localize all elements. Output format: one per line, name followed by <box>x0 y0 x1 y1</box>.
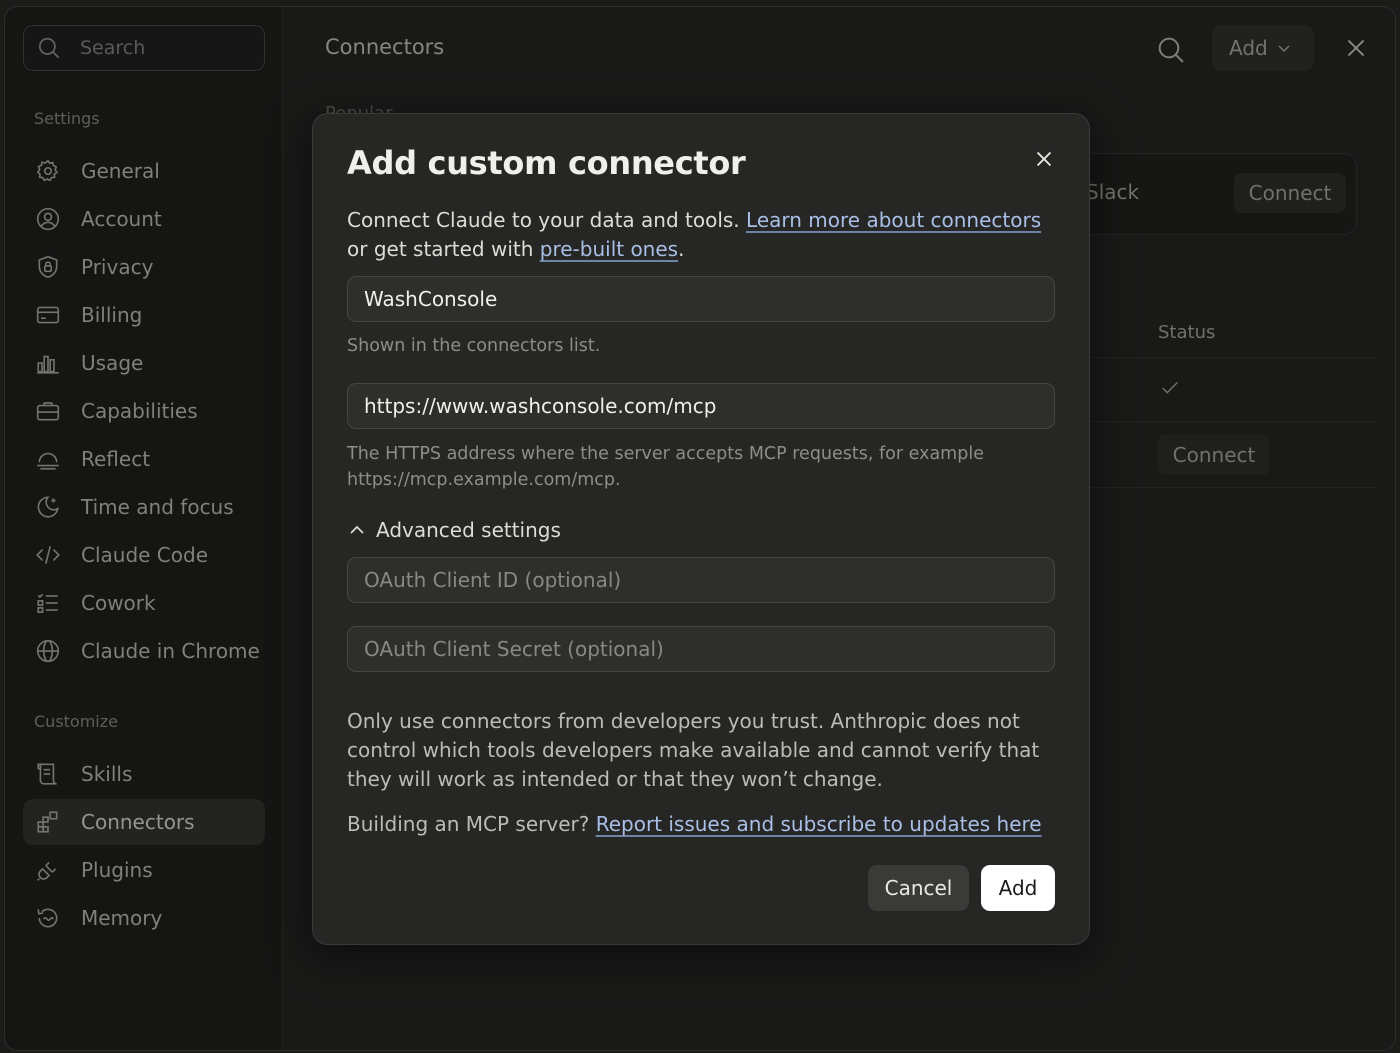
add-custom-connector-dialog: Add custom connector Connect Claude to y… <box>312 113 1090 945</box>
url-helper-text: The HTTPS address where the server accep… <box>347 444 984 490</box>
intro-period: . <box>678 237 685 261</box>
advanced-settings-label: Advanced settings <box>376 518 561 542</box>
intro-or: or <box>347 237 368 261</box>
app-window: Search Settings General Account Privacy … <box>4 6 1396 1051</box>
building-text: Building an MCP server? <box>347 812 590 836</box>
chevron-up-icon <box>350 525 364 534</box>
connector-url-input[interactable] <box>347 383 1055 429</box>
building-mcp-note: Building an MCP server? Report issues an… <box>347 812 1042 836</box>
pre-built-link[interactable]: pre-built ones <box>540 237 678 261</box>
close-icon[interactable] <box>1033 148 1055 170</box>
dialog-title: Add custom connector <box>347 144 746 182</box>
oauth-client-secret-input[interactable] <box>347 626 1055 672</box>
intro-text: Connect Claude to your data and tools. <box>347 208 740 232</box>
intro-text-2: get started with <box>373 237 534 261</box>
dialog-intro: Connect Claude to your data and tools. L… <box>347 206 1047 264</box>
cancel-button[interactable]: Cancel <box>868 865 969 911</box>
report-issues-link[interactable]: Report issues and subscribe to updates h… <box>596 812 1042 836</box>
name-helper-text: Shown in the connectors list. <box>347 336 601 356</box>
learn-more-link[interactable]: Learn more about connectors <box>746 208 1041 232</box>
advanced-settings-toggle[interactable]: Advanced settings <box>347 518 561 542</box>
add-button[interactable]: Add <box>981 865 1055 911</box>
connector-name-input[interactable] <box>347 276 1055 322</box>
oauth-client-id-input[interactable] <box>347 557 1055 603</box>
trust-warning-text: Only use connectors from developers you … <box>347 709 1040 791</box>
